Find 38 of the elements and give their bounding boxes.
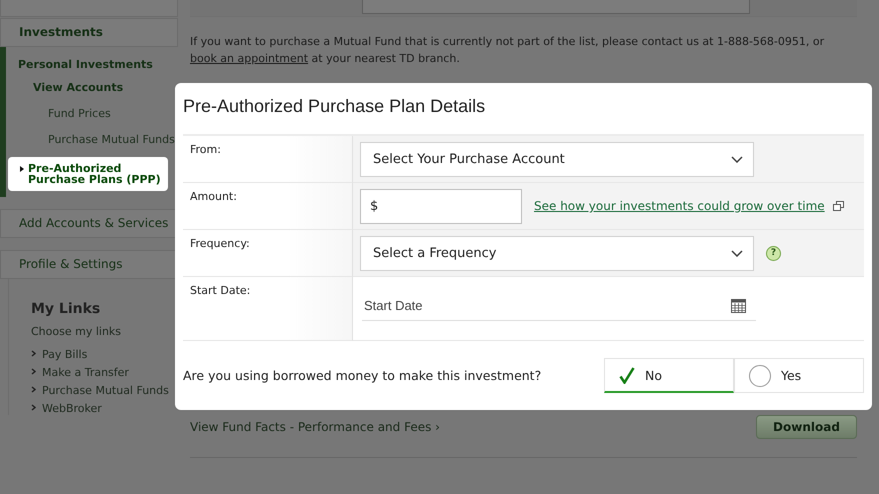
field-label: Start Date: <box>183 277 353 341</box>
quick-link[interactable]: WebBroker <box>42 402 102 415</box>
quick-link[interactable]: Pay Bills <box>42 348 88 361</box>
quick-link[interactable]: Purchase Mutual Funds <box>42 384 169 397</box>
nav-item[interactable]: Pre-Authorized Purchase Plans (PPP) <box>8 157 168 191</box>
quick-link[interactable]: Make a Transfer <box>42 366 129 379</box>
nav-section[interactable]: Investments <box>0 18 178 47</box>
field-label: Frequency: <box>183 230 353 277</box>
nav-item[interactable]: Purchase Mutual Funds <box>6 130 175 149</box>
field-label: From: <box>183 136 353 183</box>
option-toggle[interactable]: Yes <box>734 358 864 393</box>
nav-item[interactable]: Fund Prices <box>6 104 111 123</box>
chevron-down-icon <box>731 156 743 162</box>
nav-item[interactable]: Personal Investments <box>6 55 153 74</box>
nav-section[interactable]: Add Accounts & Services <box>0 209 178 238</box>
links-heading: My Links <box>31 301 102 317</box>
nav-item[interactable]: View Accounts <box>6 78 124 97</box>
field-label: Amount: <box>183 183 353 230</box>
notice-text: If you want to purchase a Mutual Fund that is currently not part of the list, please contact us at 1-888-568-0951, or book an appointment at your nearest TD branch. <box>190 34 826 67</box>
new-window-icon <box>832 201 844 211</box>
download-button[interactable]: Download <box>756 415 857 439</box>
date-field[interactable]: Start Date <box>362 291 756 321</box>
appointment-link[interactable]: book an appointment <box>190 52 308 65</box>
check-icon <box>619 366 635 384</box>
question-text: Are you using borrowed money to make this investment? <box>183 368 542 383</box>
fund-facts-link[interactable]: View Fund Facts - Performance and Fees › <box>190 420 440 434</box>
dropdown[interactable]: Select Your Purchase Account <box>360 142 754 176</box>
dialog-title: Pre-Authorized Purchase Plan Details <box>183 95 486 118</box>
dropdown[interactable]: Select a Frequency <box>360 236 754 270</box>
choose-links-link[interactable]: Choose my links <box>31 325 122 338</box>
nav-section[interactable]: Profile & Settings <box>0 250 178 279</box>
radio-icon <box>749 364 771 386</box>
option-toggle[interactable]: No <box>604 358 734 393</box>
growth-link[interactable]: See how your investments could grow over time <box>534 199 825 213</box>
calendar-icon[interactable] <box>731 298 746 312</box>
amount-field[interactable]: $ <box>360 188 522 224</box>
chevron-down-icon <box>731 250 743 256</box>
help-icon[interactable]: ? <box>766 246 781 260</box>
